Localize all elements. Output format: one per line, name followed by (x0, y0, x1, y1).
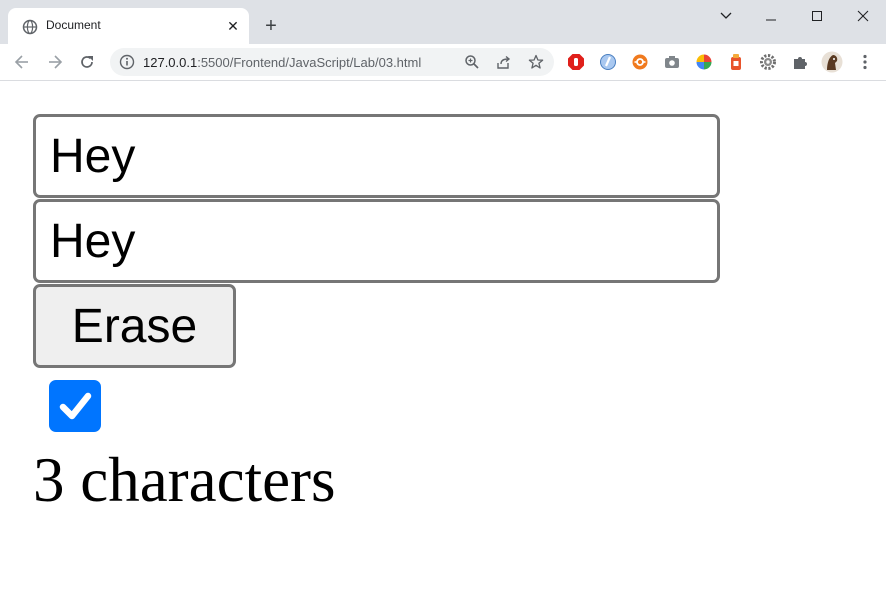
extension-blue-icon[interactable] (599, 53, 617, 71)
color-wheel-icon[interactable] (695, 53, 713, 71)
share-icon[interactable] (496, 54, 512, 70)
checkmark-icon (59, 392, 92, 420)
extension-red-icon[interactable] (727, 53, 745, 71)
gear-extension-icon[interactable] (759, 53, 777, 71)
zoom-icon[interactable] (464, 54, 480, 70)
tab-title: Document (46, 18, 101, 32)
url-path: :5500/Frontend/JavaScript/Lab/03.html (197, 55, 422, 70)
puzzle-icon[interactable] (791, 53, 809, 71)
maximize-icon[interactable] (794, 6, 840, 26)
browser-toolbar: 127.0.0.1:5500/Frontend/JavaScript/Lab/0… (0, 44, 886, 81)
minimize-icon[interactable] (748, 6, 794, 26)
url-text: 127.0.0.1:5500/Frontend/JavaScript/Lab/0… (143, 55, 421, 70)
url-host: 127.0.0.1 (143, 55, 198, 70)
page-content: Erase 3 characters (0, 82, 886, 605)
close-tab-icon[interactable]: ✕ (225, 18, 241, 34)
arrow-left-icon[interactable] (10, 51, 34, 73)
tab-search-icon[interactable] (703, 6, 749, 26)
text-input-2[interactable] (33, 199, 720, 283)
tab-strip: Document ✕ + (0, 0, 886, 44)
star-icon[interactable] (528, 54, 544, 70)
character-count: 3 characters (33, 445, 336, 515)
avatar[interactable] (821, 51, 843, 73)
address-bar[interactable]: 127.0.0.1:5500/Frontend/JavaScript/Lab/0… (110, 48, 554, 76)
reload-icon[interactable] (75, 51, 99, 73)
tab-document[interactable]: Document ✕ (8, 8, 249, 44)
globe-icon (22, 19, 38, 35)
erase-button[interactable]: Erase (33, 284, 236, 368)
close-window-icon[interactable] (840, 6, 886, 26)
camera-icon[interactable] (663, 53, 681, 71)
info-icon[interactable] (119, 54, 135, 70)
new-tab-button[interactable]: + (260, 15, 282, 37)
checkbox[interactable] (49, 380, 101, 432)
more-vert-icon[interactable] (856, 53, 874, 71)
text-input-1[interactable] (33, 114, 720, 198)
extension-orange-icon[interactable] (631, 53, 649, 71)
arrow-right-icon[interactable] (43, 51, 67, 73)
adblock-icon[interactable] (567, 53, 585, 71)
